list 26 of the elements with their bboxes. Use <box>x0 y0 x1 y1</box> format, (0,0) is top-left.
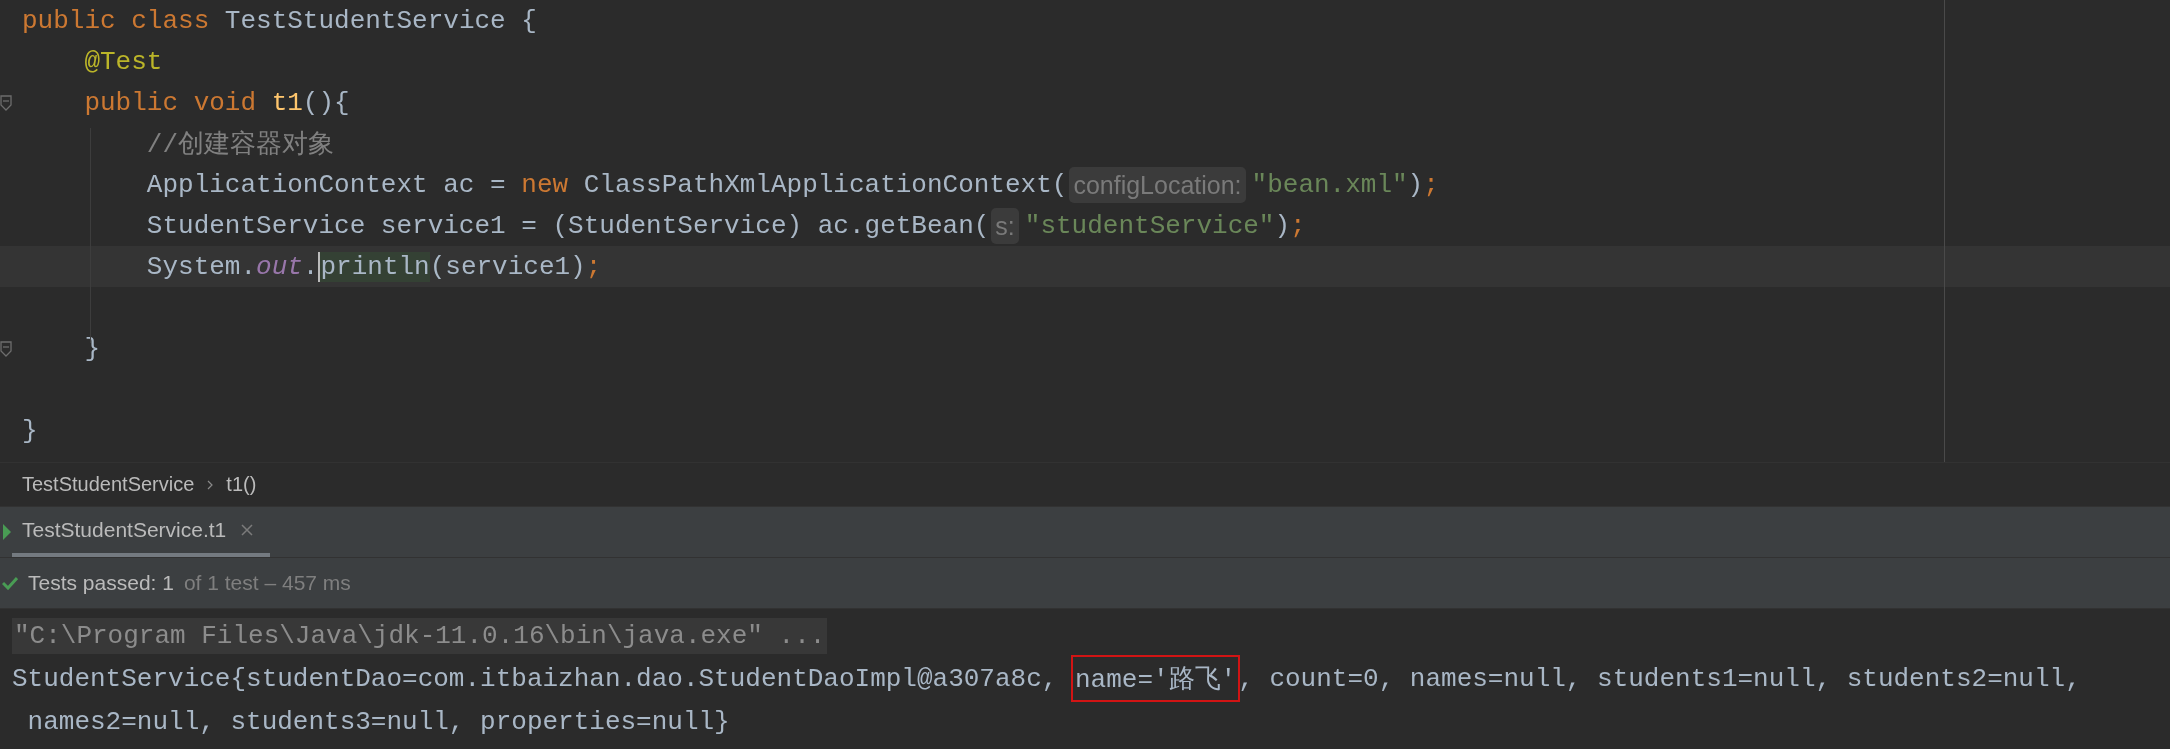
chevron-icon <box>206 478 215 491</box>
close-icon[interactable] <box>240 523 255 537</box>
check-icon <box>2 576 18 590</box>
console-output: , count=0, names=null, students1=null, students2=null, <box>1238 663 2081 694</box>
code-line: public class TestStudentService { <box>22 5 537 36</box>
test-summary: Tests passed: 1 <box>28 571 174 595</box>
fold-icon[interactable] <box>0 94 12 111</box>
breadcrumb-item[interactable]: t1() <box>226 473 257 496</box>
code-line: } <box>83 333 100 364</box>
parameter-hint: s: <box>991 207 1019 244</box>
run-icon <box>2 523 12 541</box>
parameter-hint: configLocation: <box>1069 166 1246 203</box>
code-line: System.out.println(service1); <box>145 251 602 282</box>
code-line: //创建容器对象 <box>145 129 335 161</box>
console-command: "C:\Program Files\Java\jdk-11.0.16\bin\java.exe" ... <box>12 617 828 654</box>
code-line: } <box>22 415 38 446</box>
code-line: public void t1(){ <box>83 87 350 118</box>
breadcrumb-item[interactable]: TestStudentService <box>22 473 195 496</box>
code-line: @Test <box>83 46 163 77</box>
fold-icon[interactable] <box>0 340 12 357</box>
code-line: ApplicationContext ac = new ClassPathXmlApplicationContext( configLocation: "bean.xml"); <box>22 166 1439 203</box>
test-detail: of 1 test – 457 ms <box>183 571 351 595</box>
console-output: StudentService{studentDao=com.itbaizhan.dao.StudentDaoImpl@a307a8c, <box>12 663 1059 694</box>
highlight-box: name='路飞' <box>1073 657 1239 700</box>
code-line: StudentService service1 = (StudentService) ac.getBean( s: "studentService"); <box>22 207 1306 244</box>
console-output: names2=null, students3=null, properties=null} <box>26 706 730 737</box>
